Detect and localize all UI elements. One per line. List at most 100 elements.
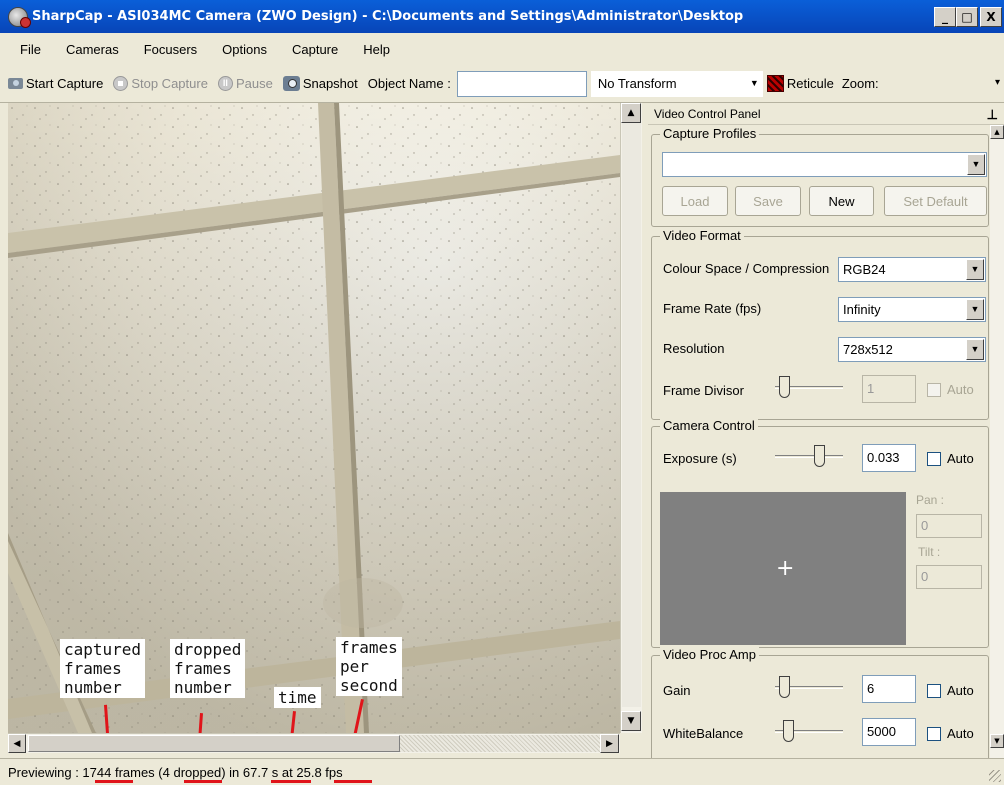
white-balance-input[interactable]: 5000 [862,718,916,746]
pan-tilt-pad[interactable]: + [660,492,906,645]
slider-knob[interactable] [779,676,790,698]
transform-select[interactable]: No Transform ▼ [590,70,763,97]
frame-rate-select[interactable]: Infinity ▼ [838,297,986,322]
white-balance-slider[interactable] [775,718,843,744]
status-frames-suffix: frames ( [111,764,163,780]
stop-capture-label: Stop Capture [131,76,208,91]
reticule-icon[interactable] [766,75,784,92]
pin-icon[interactable]: ⊥ [987,104,998,126]
scroll-down-icon[interactable]: ▼ [621,711,641,731]
window-title: SharpCap - ASI034MC Camera (ZWO Design) … [32,9,744,24]
window-controls: _ □ X [934,7,1002,27]
reticule-button[interactable]: Reticule [787,76,834,91]
set-default-button[interactable]: Set Default [884,186,987,216]
stop-capture-button[interactable]: Stop Capture [113,76,208,91]
video-proc-amp-group: Video Proc Amp Gain 6 Auto WhiteBalance … [651,647,989,758]
stop-icon [113,76,129,91]
horizontal-scroll-track[interactable] [400,735,600,752]
menu-cameras[interactable]: Cameras [66,42,119,57]
camera-icon [8,78,23,89]
load-button[interactable]: Load [662,186,728,216]
checkbox-box [927,451,941,466]
pause-button[interactable]: II Pause [217,76,273,91]
menu-file[interactable]: File [20,42,41,57]
white-balance-auto-checkbox[interactable]: Auto [927,726,974,741]
horizontal-scroll-thumb[interactable] [28,735,400,752]
crosshair-icon: + [776,556,795,581]
minimize-button[interactable]: _ [934,7,956,27]
scroll-up-icon[interactable]: ▲ [621,103,641,123]
frame-divisor-slider[interactable] [775,374,843,400]
exposure-label: Exposure (s) [663,451,737,466]
panel-scroll-down-icon[interactable]: ▼ [990,734,1004,748]
resize-grip-icon[interactable] [989,770,1001,782]
white-balance-label: WhiteBalance [663,726,744,741]
menu-help[interactable]: Help [363,42,390,57]
sharpcap-camera-icon [8,6,31,28]
status-time: 67.7 [242,764,269,780]
panel-title: Video Control Panel [654,107,761,121]
scroll-right-icon[interactable]: ▶ [600,734,619,753]
panel-scrollbar[interactable]: ▲ ▼ [990,125,1004,758]
capture-profiles-title: Capture Profiles [660,126,760,141]
frame-rate-label: Frame Rate (fps) [663,301,762,316]
menu-capture[interactable]: Capture [292,42,338,57]
snapshot-button[interactable]: Snapshot [282,76,358,91]
status-dropped: 4 [162,764,170,780]
video-preview[interactable]: captured frames number dropped frames nu… [8,103,620,733]
resolution-value: 728x512 [843,342,893,357]
start-capture-button[interactable]: Start Capture [8,76,103,91]
gain-label: Gain [663,683,691,698]
object-name-label: Object Name : [367,76,451,91]
save-button[interactable]: Save [735,186,801,216]
chevron-down-icon: ▼ [966,259,984,280]
slider-knob[interactable] [783,720,794,742]
gain-input[interactable]: 6 [862,675,916,703]
slider-knob[interactable] [814,445,825,467]
capture-profile-select[interactable]: ▼ [662,152,987,177]
video-control-panel: Video Control Panel ⊥ ▲ ▼ Capture Profil… [648,103,1004,758]
pause-icon: II [217,76,233,91]
scroll-left-icon[interactable]: ◀ [8,734,26,753]
auto-label: Auto [947,726,974,741]
gain-slider[interactable] [775,674,843,700]
frame-divisor-input[interactable]: 1 [862,375,916,403]
snapshot-icon [282,76,300,91]
start-capture-label: Start Capture [26,76,104,91]
pan-input[interactable]: 0 [916,514,982,538]
video-vertical-scrollbar[interactable]: ▲ ▼ [620,103,642,733]
status-time-suffix: s at [268,764,297,780]
annotation-time: time [274,687,321,708]
colour-space-label: Colour Space / Compression [663,261,830,276]
toolbar-overflow-icon[interactable]: ▾ [995,77,1000,88]
colour-space-value: RGB24 [843,262,886,277]
toolbar: Start Capture Stop Capture II Pause Snap… [0,65,1004,103]
checkbox-box [927,683,941,698]
auto-label: Auto [947,683,974,698]
menu-focusers[interactable]: Focusers [144,42,197,57]
pause-label: Pause [235,76,273,91]
new-button[interactable]: New [809,186,874,216]
video-format-title: Video Format [660,228,744,243]
frame-divisor-auto-checkbox[interactable]: Auto [927,382,974,397]
chevron-down-icon: ▼ [749,77,759,88]
panel-scroll-up-icon[interactable]: ▲ [990,125,1004,139]
gain-auto-checkbox[interactable]: Auto [927,683,974,698]
exposure-auto-checkbox[interactable]: Auto [927,451,974,466]
tilt-input[interactable]: 0 [916,565,982,589]
video-horizontal-scrollbar[interactable]: ◀ ▶ [8,733,620,753]
object-name-input[interactable] [456,70,587,97]
exposure-input[interactable]: 0.033 [862,444,916,472]
tilt-label: Tilt : [918,545,941,559]
vertical-scroll-thumb[interactable] [622,123,641,707]
zoom-label: Zoom: [841,76,879,91]
maximize-button[interactable]: □ [956,7,978,27]
colour-space-select[interactable]: RGB24 ▼ [838,257,986,282]
slider-knob[interactable] [779,376,790,398]
close-button[interactable]: X [980,7,1002,27]
video-format-group: Video Format Colour Space / Compression … [651,228,989,420]
resolution-select[interactable]: 728x512 ▼ [838,337,986,362]
exposure-slider[interactable] [775,443,843,469]
menu-options[interactable]: Options [222,42,267,57]
resolution-label: Resolution [663,341,725,356]
